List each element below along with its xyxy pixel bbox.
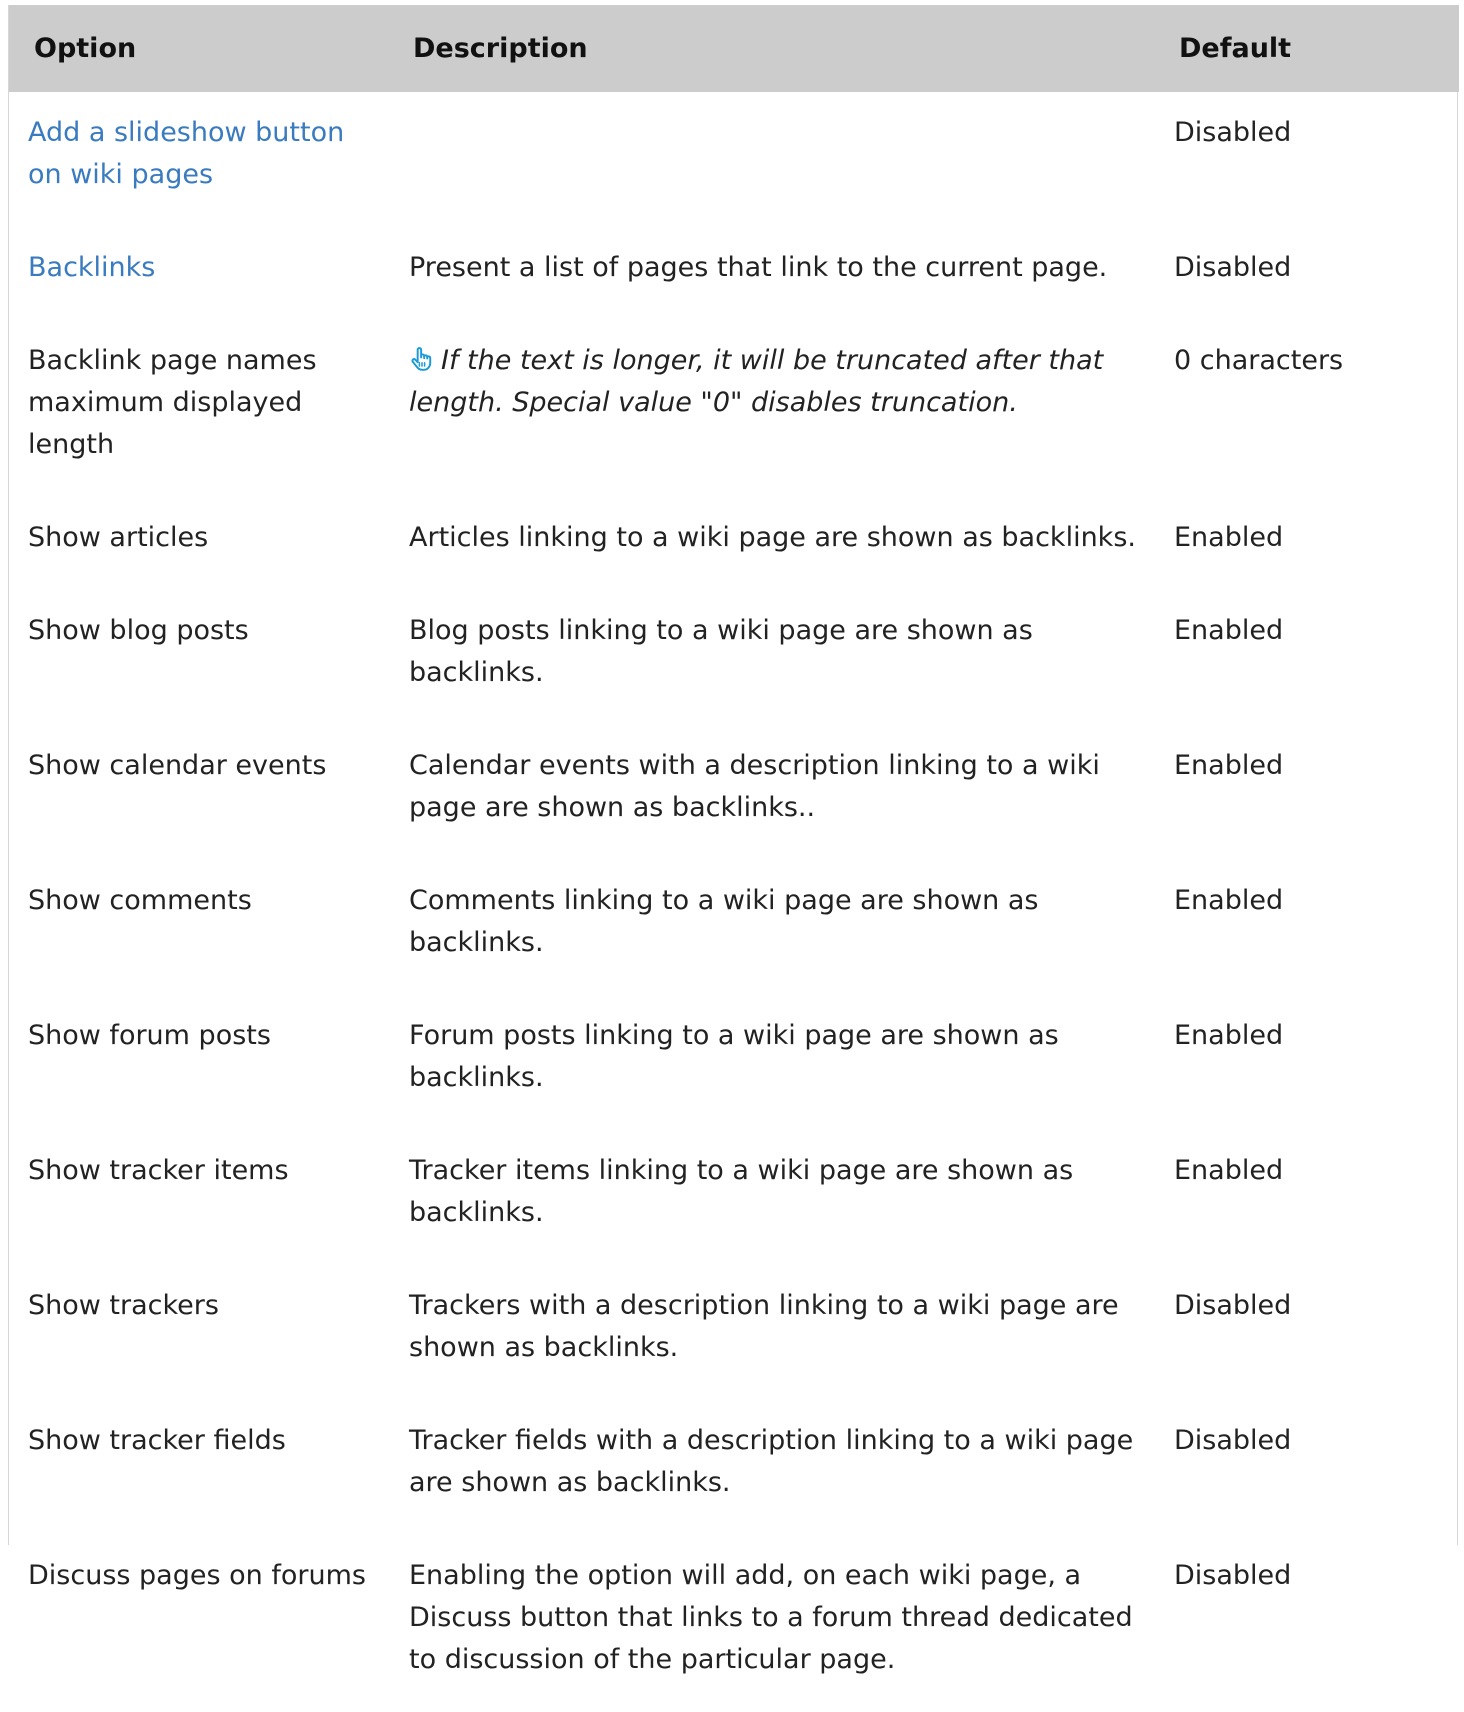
description-cell: Present a list of pages that link to the…: [391, 227, 1173, 320]
option-cell: Show tracker items: [9, 1130, 391, 1265]
option-cell: Show forum posts: [9, 995, 391, 1130]
option-label: Show trackers: [28, 1290, 219, 1321]
default-value: Enabled: [1174, 522, 1284, 553]
default-value: Disabled: [1174, 1425, 1292, 1456]
option-cell: Backlink page names maximum displayed le…: [9, 320, 391, 497]
default-cell: Disabled: [1173, 227, 1459, 320]
description-cell: Tracker items linking to a wiki page are…: [391, 1130, 1173, 1265]
description-text: Tracker items linking to a wiki page are…: [409, 1155, 1074, 1228]
default-cell: Enabled: [1173, 497, 1459, 590]
column-header-option: Option: [34, 33, 137, 64]
option-cell: Show articles: [9, 497, 391, 590]
description-cell: Trackers with a description linking to a…: [391, 1265, 1173, 1400]
column-header-default: Default: [1179, 33, 1292, 64]
description-text: Tracker fields with a description linkin…: [409, 1425, 1134, 1498]
default-value: 0 characters: [1174, 345, 1344, 376]
description-cell: Tracker fields with a description linkin…: [391, 1400, 1173, 1535]
option-label: Show calendar events: [28, 750, 327, 781]
table-row: Show comments Comments linking to a wiki…: [9, 860, 1459, 995]
header-row: Option Description Default: [9, 5, 1459, 92]
option-label: Backlink page names maximum displayed le…: [28, 345, 317, 460]
description-text: Enabling the option will add, on each wi…: [409, 1560, 1133, 1675]
default-value: Enabled: [1174, 1155, 1284, 1186]
option-cell: Discuss pages on forums: [9, 1535, 391, 1712]
table-body: Add a slideshow button on wiki pages Dis…: [9, 92, 1459, 1712]
description-cell: Comments linking to a wiki page are show…: [391, 860, 1173, 995]
default-cell: Enabled: [1173, 995, 1459, 1130]
option-cell: Show tracker fields: [9, 1400, 391, 1535]
option-link[interactable]: Add a slideshow button on wiki pages: [28, 117, 344, 190]
description-cell: Forum posts linking to a wiki page are s…: [391, 995, 1173, 1130]
default-cell: Disabled: [1173, 1265, 1459, 1400]
table-row: Discuss pages on forums Enabling the opt…: [9, 1535, 1459, 1712]
description-cell: Blog posts linking to a wiki page are sh…: [391, 590, 1173, 725]
description-cell: Articles linking to a wiki page are show…: [391, 497, 1173, 590]
default-value: Disabled: [1174, 1560, 1292, 1591]
description-note: If the text is longer, it will be trunca…: [409, 345, 1104, 418]
table-row: Backlink page names maximum displayed le…: [9, 320, 1459, 497]
default-cell: Enabled: [1173, 725, 1459, 860]
option-label: Show forum posts: [28, 1020, 271, 1051]
table-row: Show forum posts Forum posts linking to …: [9, 995, 1459, 1130]
description-text: Calendar events with a description linki…: [409, 750, 1100, 823]
description-text: Comments linking to a wiki page are show…: [409, 885, 1039, 958]
table-row: Show tracker fields Tracker fields with …: [9, 1400, 1459, 1535]
table-row: Show tracker items Tracker items linking…: [9, 1130, 1459, 1265]
description-cell: Calendar events with a description linki…: [391, 725, 1173, 860]
description-text: Forum posts linking to a wiki page are s…: [409, 1020, 1059, 1093]
default-cell: Disabled: [1173, 1535, 1459, 1712]
description-text: Present a list of pages that link to the…: [409, 252, 1108, 283]
option-label: Discuss pages on forums: [28, 1560, 366, 1591]
default-value: Disabled: [1174, 1290, 1292, 1321]
option-cell: Show blog posts: [9, 590, 391, 725]
default-value: Enabled: [1174, 1020, 1284, 1051]
description-text: Blog posts linking to a wiki page are sh…: [409, 615, 1033, 688]
default-cell: 0 characters: [1173, 320, 1459, 497]
option-label: Show tracker items: [28, 1155, 289, 1186]
default-cell: Enabled: [1173, 1130, 1459, 1265]
column-header-description: Description: [413, 33, 588, 64]
default-cell: Enabled: [1173, 590, 1459, 725]
table-row: Backlinks Present a list of pages that l…: [9, 227, 1459, 320]
description-cell: If the text is longer, it will be trunca…: [391, 320, 1173, 497]
option-cell: Add a slideshow button on wiki pages: [9, 92, 391, 227]
preferences-table-container: Option Description Default Add a slidesh…: [8, 5, 1459, 1675]
default-value: Enabled: [1174, 615, 1284, 646]
option-cell: Show calendar events: [9, 725, 391, 860]
table-row: Show trackers Trackers with a descriptio…: [9, 1265, 1459, 1400]
option-cell: Backlinks: [9, 227, 391, 320]
table-header: Option Description Default: [9, 5, 1459, 92]
option-label: Show comments: [28, 885, 252, 916]
default-value: Disabled: [1174, 117, 1292, 148]
option-cell: Show trackers: [9, 1265, 391, 1400]
description-text: Articles linking to a wiki page are show…: [409, 522, 1136, 553]
description-cell: Enabling the option will add, on each wi…: [391, 1535, 1173, 1712]
option-link[interactable]: Backlinks: [28, 252, 155, 283]
default-value: Enabled: [1174, 750, 1284, 781]
option-label: Show blog posts: [28, 615, 249, 646]
option-label: Show articles: [28, 522, 209, 553]
table-row: Show articles Articles linking to a wiki…: [9, 497, 1459, 590]
table-row: Add a slideshow button on wiki pages Dis…: [9, 92, 1459, 227]
option-label: Show tracker fields: [28, 1425, 286, 1456]
description-text: Trackers with a description linking to a…: [409, 1290, 1119, 1363]
pointing-hand-icon: [411, 347, 432, 371]
default-value: Enabled: [1174, 885, 1284, 916]
default-cell: Disabled: [1173, 1400, 1459, 1535]
option-cell: Show comments: [9, 860, 391, 995]
table-row: Show calendar events Calendar events wit…: [9, 725, 1459, 860]
preferences-table: Option Description Default Add a slidesh…: [9, 5, 1459, 1712]
default-cell: Disabled: [1173, 92, 1459, 227]
description-cell: [391, 92, 1173, 227]
table-row: Show blog posts Blog posts linking to a …: [9, 590, 1459, 725]
default-value: Disabled: [1174, 252, 1292, 283]
default-cell: Enabled: [1173, 860, 1459, 995]
